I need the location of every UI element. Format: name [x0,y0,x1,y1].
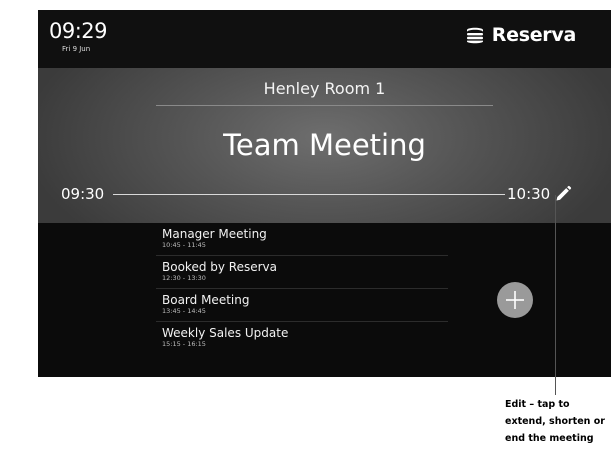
callout-line-3: end the meeting [505,433,594,444]
meeting-timeline [113,194,505,195]
meeting-start-time: 09:30 [61,185,105,203]
clock-time: 09:29 [49,19,108,43]
schedule-item[interactable]: Board Meeting 13:45 - 14:45 [156,289,448,322]
pencil-icon [556,185,572,201]
edit-meeting-button[interactable] [554,185,572,203]
brand-name: Reserva [491,24,577,46]
schedule-item-title: Board Meeting [162,293,250,307]
stacked-layers-icon [466,27,483,44]
upcoming-schedule-list: Manager Meeting 10:45 - 11:45 Booked by … [156,223,448,355]
schedule-item[interactable]: Manager Meeting 10:45 - 11:45 [156,223,448,256]
callout-line-2: extend, shorten or [505,416,605,427]
add-booking-button[interactable] [497,282,533,318]
edit-callout-annotation: Edit – tap to extend, shorten or end the… [505,396,613,447]
room-display-screen: 09:29 Fri 9 Jun Reserva Henley Room 1 Te… [38,10,611,377]
meeting-end-time: 10:30 [507,185,551,203]
schedule-item[interactable]: Weekly Sales Update 15:15 - 16:15 [156,322,448,355]
schedule-item-title: Booked by Reserva [162,260,277,274]
schedule-item[interactable]: Booked by Reserva 12:30 - 13:30 [156,256,448,289]
schedule-item-time: 10:45 - 11:45 [162,241,206,249]
callout-line-1: Edit – tap to [505,399,570,410]
schedule-item-time: 13:45 - 14:45 [162,307,206,315]
room-divider [156,105,493,106]
plus-icon [506,291,524,309]
callout-line [555,195,556,395]
meeting-title: Team Meeting [223,128,426,162]
current-meeting-panel: Henley Room 1 Team Meeting 09:30 10:30 [38,68,611,223]
schedule-item-time: 12:30 - 13:30 [162,274,206,282]
clock-date: Fri 9 Jun [62,45,91,53]
schedule-item-time: 15:15 - 16:15 [162,340,206,348]
room-name: Henley Room 1 [263,79,386,98]
schedule-item-title: Weekly Sales Update [162,326,289,340]
schedule-item-title: Manager Meeting [162,227,267,241]
brand-logo: Reserva [464,24,576,46]
page: 09:29 Fri 9 Jun Reserva Henley Room 1 Te… [0,0,616,457]
top-bar: 09:29 Fri 9 Jun Reserva [38,10,611,68]
